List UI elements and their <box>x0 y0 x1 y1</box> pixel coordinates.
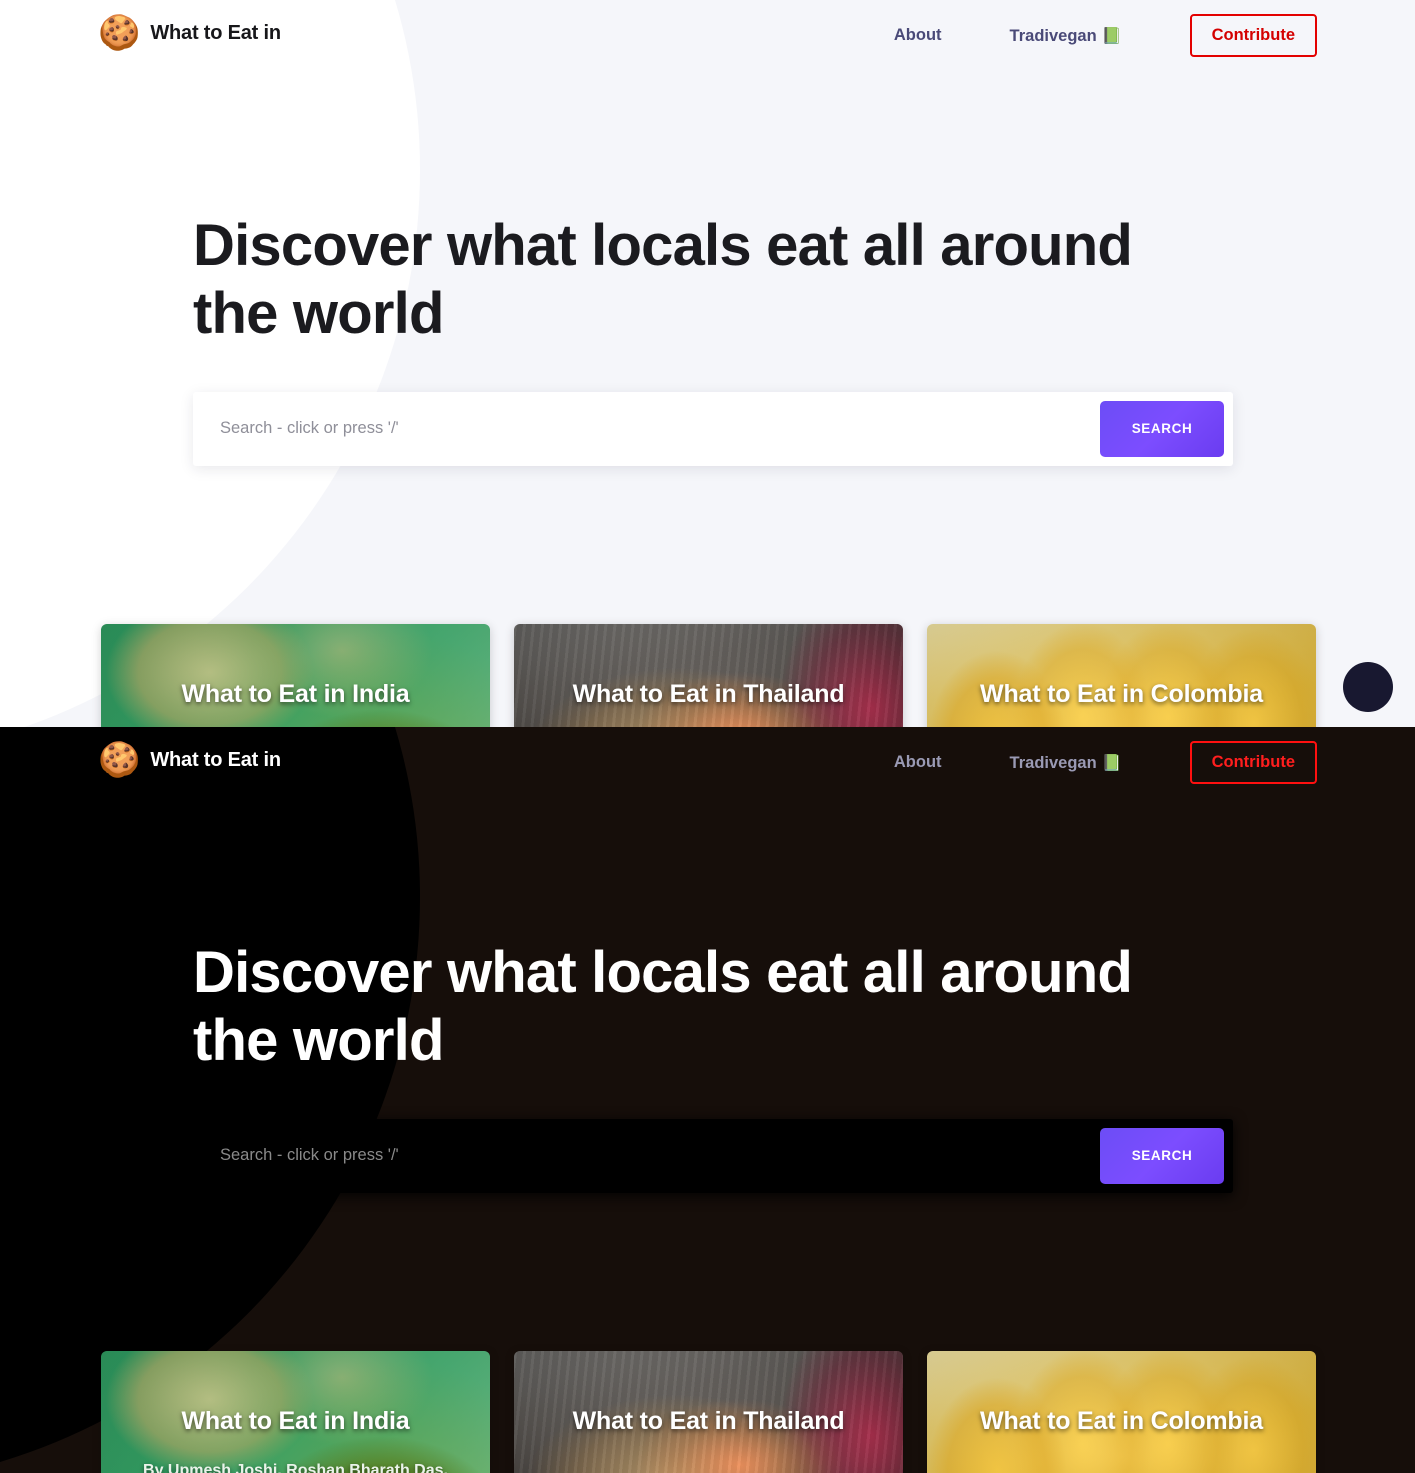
search-bar: SEARCH <box>193 1118 1233 1193</box>
site-header: 🍪 What to Eat in About Tradivegan 📗 Contr… <box>0 0 1415 74</box>
brand-logo-link[interactable]: 🍪 What to Eat in <box>98 16 281 50</box>
contribute-button[interactable]: Contribute <box>1189 741 1317 784</box>
main-nav: About Tradivegan 📗 Contribute <box>894 741 1317 784</box>
main-nav: About Tradivegan 📗 Contribute <box>894 14 1317 57</box>
card-thailand[interactable]: What to Eat in Thailand <box>514 1351 903 1473</box>
card-title: What to Eat in India <box>181 680 410 708</box>
country-card-list: What to Eat in India By Upmesh Joshi, Ro… <box>101 1351 1316 1473</box>
cookie-icon: 🍪 <box>98 14 141 52</box>
green-book-icon: 📗 <box>1101 27 1122 45</box>
nav-link-tradivegan-label: Tradivegan <box>1009 753 1097 772</box>
hero-section: Discover what locals eat all around the … <box>193 212 1233 466</box>
card-india[interactable]: What to Eat in India By Upmesh Joshi, Ro… <box>101 1351 490 1473</box>
page-title: Discover what locals eat all around the … <box>193 213 1133 346</box>
dark-mode-toggle[interactable] <box>1343 662 1393 712</box>
dark-theme-preview: 🍪 What to Eat in About Tradivegan 📗 Contr… <box>0 727 1415 1473</box>
brand-name: What to Eat in <box>150 748 281 771</box>
hero-section: Discover what locals eat all around the … <box>193 939 1233 1193</box>
card-title: What to Eat in Colombia <box>980 1407 1263 1435</box>
search-button[interactable]: SEARCH <box>1100 400 1224 457</box>
page-title: Discover what locals eat all around the … <box>193 940 1133 1073</box>
page-root: 🍪 What to Eat in About Tradivegan 📗 Contr… <box>0 0 1415 1473</box>
search-input[interactable] <box>193 1119 1100 1192</box>
card-title: What to Eat in India <box>181 1407 410 1435</box>
nav-link-tradivegan[interactable]: Tradivegan 📗 <box>1010 16 1122 56</box>
card-title: What to Eat in Colombia <box>980 680 1263 708</box>
site-header: 🍪 What to Eat in About Tradivegan 📗 Contr… <box>0 727 1415 801</box>
brand-logo-link[interactable]: 🍪 What to Eat in <box>98 743 281 777</box>
search-button[interactable]: SEARCH <box>1100 1127 1224 1184</box>
brand-name: What to Eat in <box>150 21 281 44</box>
search-input[interactable] <box>193 392 1100 465</box>
nav-link-tradivegan[interactable]: Tradivegan 📗 <box>1010 743 1122 783</box>
nav-link-about[interactable]: About <box>894 743 942 782</box>
nav-link-tradivegan-label: Tradivegan <box>1009 26 1097 45</box>
card-colombia[interactable]: What to Eat in Colombia <box>927 1351 1316 1473</box>
cookie-icon: 🍪 <box>98 741 141 779</box>
green-book-icon: 📗 <box>1101 754 1122 772</box>
contribute-button[interactable]: Contribute <box>1189 14 1317 57</box>
nav-link-about[interactable]: About <box>894 16 942 55</box>
card-title: What to Eat in Thailand <box>572 680 845 708</box>
card-byline: By Upmesh Joshi, Roshan Bharath Das, Kou… <box>143 1462 448 1473</box>
card-title: What to Eat in Thailand <box>572 1407 845 1435</box>
search-bar: SEARCH <box>193 391 1233 466</box>
